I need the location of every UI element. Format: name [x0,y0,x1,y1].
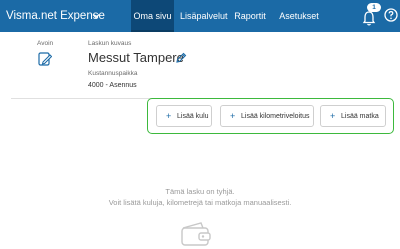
invoice-title: Messut Tampere [88,50,184,65]
plus-icon: + [330,111,336,121]
chevron-down-icon[interactable] [92,12,100,20]
top-navigation-bar: Visma.net Expense Oma sivu Lisäpalvelut … [0,0,400,32]
status-label: Avoin [37,40,54,47]
add-mileage-button[interactable]: + Lisää kilometriveloitus [220,105,314,127]
app-title[interactable]: Visma.net Expense [6,0,105,32]
add-travel-button[interactable]: + Lisää matka [320,105,386,127]
notification-badge: 1 [367,3,381,12]
add-expense-label: Lisää kulu [177,113,209,120]
plus-icon: + [230,111,236,121]
tab-lisapalvelut[interactable]: Lisäpalvelut [180,0,228,32]
plus-icon: + [166,111,172,121]
tab-oma-sivu[interactable]: Oma sivu [131,0,174,32]
add-mileage-label: Lisää kilometriveloitus [241,113,310,120]
document-edit-icon[interactable] [38,52,52,66]
tab-raportit[interactable]: Raportit [231,0,269,32]
cost-center-value: 4000 - Asennus [88,82,137,89]
help-icon[interactable] [384,8,398,22]
empty-state-title: Tämä lasku on tyhjä. [165,187,235,196]
cost-center-label: Kustannuspaikka [88,70,138,77]
add-travel-label: Lisää matka [341,113,379,120]
empty-state-hint: Voit lisätä kuluja, kilometrejä tai matk… [108,198,292,207]
wallet-icon [181,222,211,246]
tab-asetukset[interactable]: Asetukset [274,0,324,32]
description-label: Laskun kuvaus [88,40,132,47]
add-expense-button[interactable]: + Lisää kulu [156,105,212,127]
pencil-icon[interactable] [175,52,187,64]
